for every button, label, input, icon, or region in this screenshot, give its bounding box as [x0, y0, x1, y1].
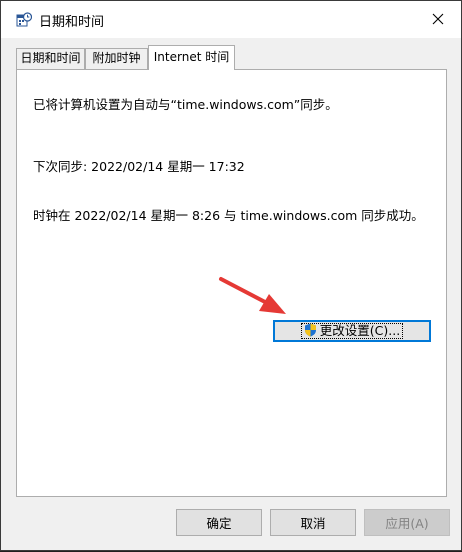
close-icon — [432, 10, 444, 29]
tab-additional-clocks[interactable]: 附加时钟 — [85, 48, 148, 69]
next-sync-text: 下次同步: 2022/02/14 星期一 17:32 — [33, 159, 245, 174]
window-title: 日期和时间 — [39, 15, 105, 30]
apply-button[interactable]: 应用(A) — [364, 509, 450, 536]
ok-button[interactable]: 确定 — [176, 509, 262, 536]
uac-shield-icon — [304, 323, 317, 340]
title-bar: 日期和时间 — [1, 1, 461, 38]
date-time-app-icon — [16, 12, 33, 28]
tab-internet-time[interactable]: Internet 时间 — [148, 45, 235, 70]
sync-config-text: 已将计算机设置为自动与“time.windows.com”同步。 — [33, 97, 338, 112]
change-settings-button[interactable]: 更改设置(C)... — [273, 320, 431, 342]
dialog-window: 日期和时间 日期和时间 附加时钟 Internet 时间 已将计算机设置为自动与… — [0, 0, 462, 551]
tab-date-time[interactable]: 日期和时间 — [16, 48, 85, 69]
change-settings-label: 更改设置(C)... — [319, 323, 401, 338]
close-button[interactable] — [415, 1, 461, 38]
last-sync-status-text: 时钟在 2022/02/14 星期一 8:26 与 time.windows.c… — [33, 208, 424, 223]
internet-time-panel: 已将计算机设置为自动与“time.windows.com”同步。 下次同步: 2… — [16, 69, 447, 497]
cancel-button[interactable]: 取消 — [270, 509, 356, 536]
